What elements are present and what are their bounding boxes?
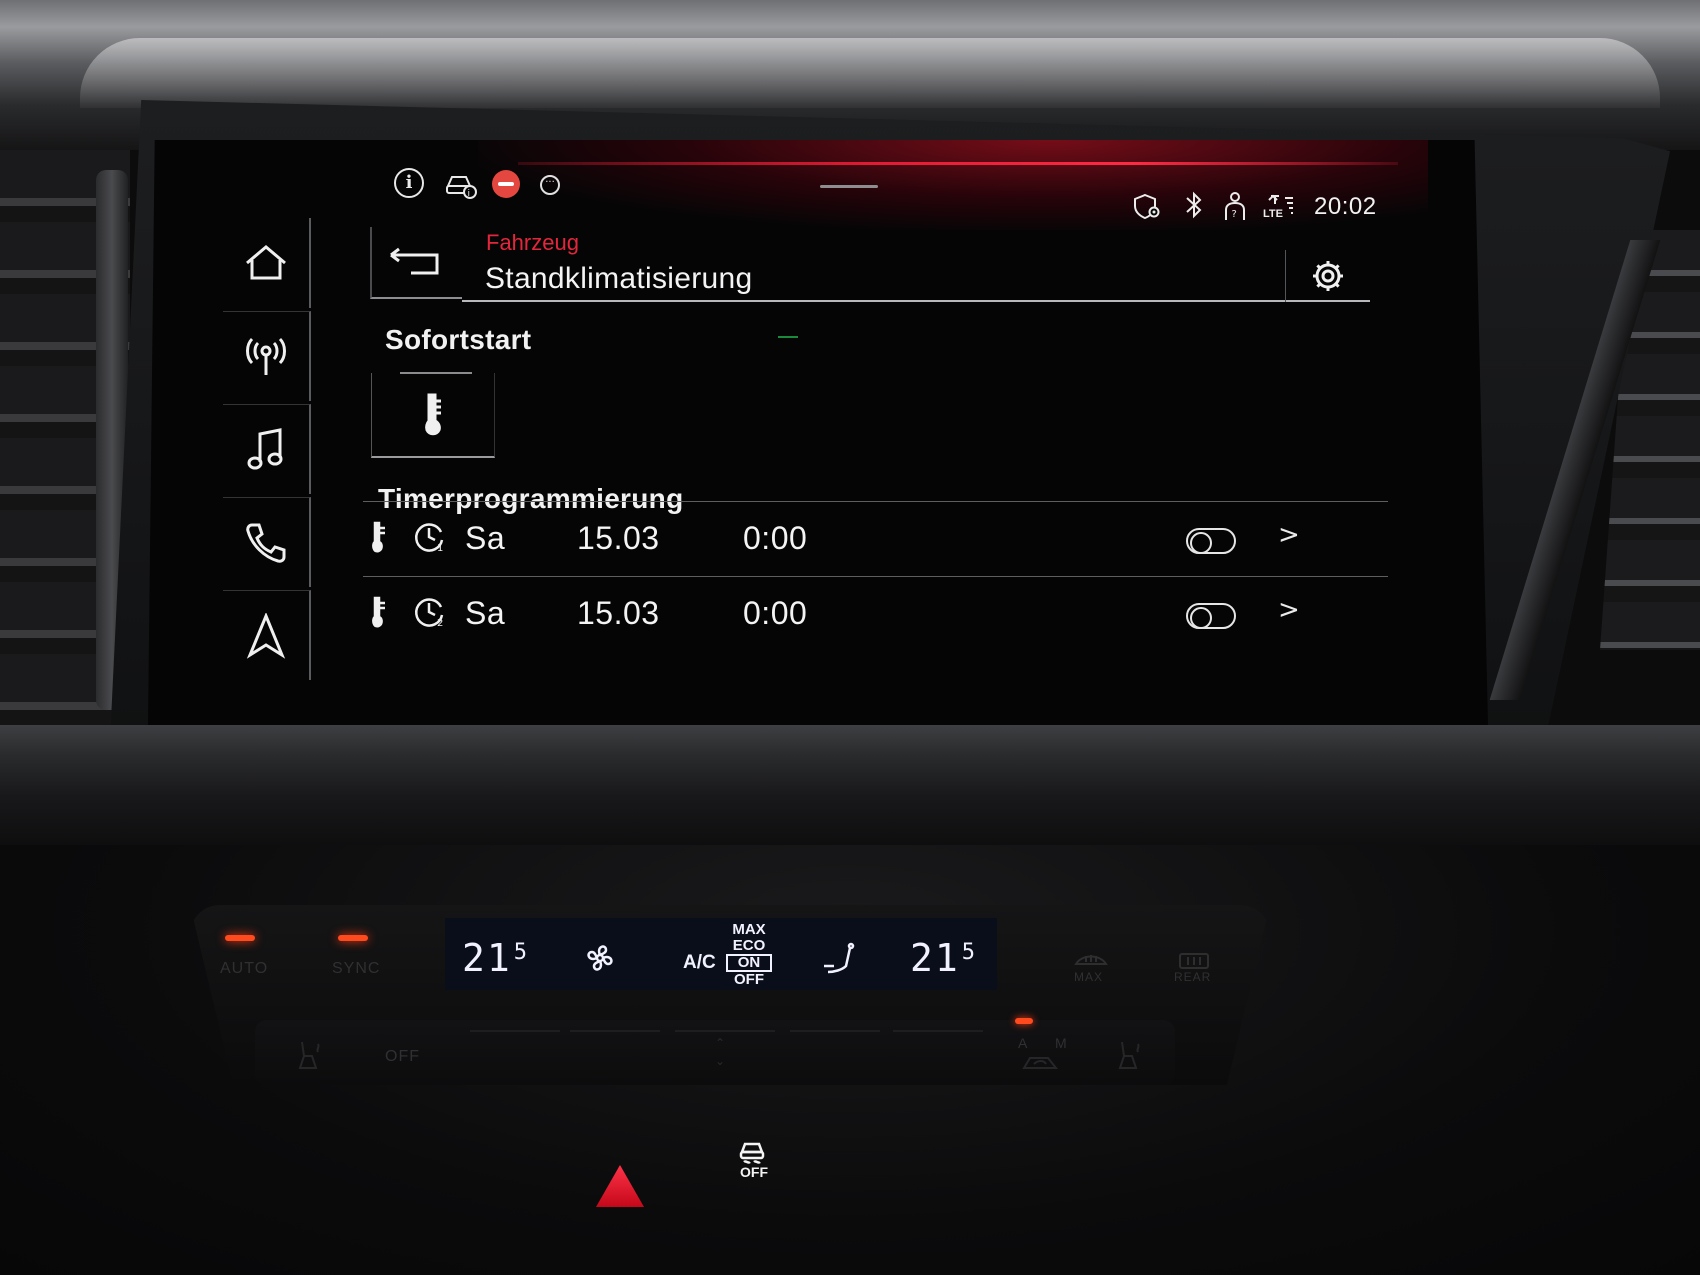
timer-row-1[interactable]: 1 Sa 15.03 0:00 >: [363, 502, 1388, 576]
timer-day: Sa: [465, 595, 506, 631]
privacy-location-icon[interactable]: [1133, 192, 1163, 222]
chevron-right-icon[interactable]: >: [1278, 595, 1300, 625]
climate-button-4[interactable]: [790, 1030, 880, 1075]
vehicle-status-icon[interactable]: i: [444, 170, 478, 200]
esc-off-button[interactable]: OFF: [738, 1140, 768, 1182]
more-options-icon[interactable]: ···: [540, 175, 560, 195]
back-arrow-icon: [390, 247, 439, 275]
rear-defrost-button[interactable]: REAR: [1174, 970, 1211, 984]
recirculation-auto-label: A: [1018, 1035, 1029, 1051]
timer-time: 0:00: [743, 595, 808, 631]
thermometer-icon: [372, 521, 385, 553]
ac-off-label: OFF: [734, 971, 764, 988]
timer-clock-icon: 2: [414, 598, 443, 629]
chevron-right-icon[interactable]: >: [1278, 520, 1300, 550]
timer-row-2[interactable]: 2 Sa 15.03 0:00 >: [363, 577, 1388, 651]
fan-icon[interactable]: [582, 940, 618, 976]
timer-date: 15.03: [577, 520, 660, 556]
title-divider: [462, 300, 1370, 302]
dashboard-highlight: [80, 38, 1660, 108]
max-defrost-button[interactable]: MAX: [1074, 970, 1103, 984]
nav-item-media[interactable]: [223, 404, 311, 494]
immediate-start-button[interactable]: [371, 373, 495, 458]
nav-item-radio[interactable]: [223, 311, 311, 401]
home-icon: [246, 245, 286, 280]
svg-text:i: i: [468, 189, 471, 199]
page-title: Standklimatisierung: [485, 262, 753, 295]
windshield-defrost-icon[interactable]: [1074, 950, 1108, 972]
nav-item-navigation[interactable]: [223, 590, 311, 680]
navigation-arrow-icon: [246, 612, 286, 659]
ac-max-label: MAX: [732, 921, 766, 938]
thermometer-icon: [425, 393, 441, 435]
pull-down-handle[interactable]: [820, 185, 878, 188]
auto-button[interactable]: AUTO: [220, 960, 268, 978]
timer-number: 2: [437, 618, 443, 629]
right-temperature[interactable]: 215: [910, 936, 977, 980]
timer-toggle[interactable]: [1186, 603, 1236, 629]
antenna-icon: [246, 337, 286, 375]
ac-eco-label: ECO: [732, 937, 766, 954]
recirculation-manual-label: M: [1055, 1035, 1068, 1051]
thermometer-icon: [372, 596, 385, 628]
ac-on-label: ON: [726, 954, 772, 972]
climate-off-button[interactable]: OFF: [385, 1048, 420, 1066]
recirculation-indicator-led: [1015, 1018, 1033, 1024]
bluetooth-icon[interactable]: [1183, 190, 1205, 220]
recirculation-car-icon[interactable]: [1020, 1052, 1060, 1074]
climate-button-5[interactable]: [893, 1030, 983, 1075]
nav-item-home[interactable]: [223, 218, 311, 308]
esc-car-icon: [739, 1142, 765, 1164]
no-entry-icon[interactable]: [492, 170, 520, 198]
timer-day: Sa: [465, 520, 506, 556]
status-bar-accent-line: [518, 162, 1398, 165]
esc-off-label: OFF: [740, 1164, 768, 1180]
gear-icon: [1313, 261, 1343, 291]
main-navigation-rail: [223, 218, 311, 688]
airflow-seat-icon[interactable]: [820, 942, 860, 978]
left-temperature-decimal: 5: [513, 940, 530, 965]
settings-button[interactable]: [1285, 250, 1370, 302]
seat-heating-left-icon[interactable]: [292, 1038, 326, 1072]
auto-indicator-led: [225, 935, 255, 941]
ac-label[interactable]: A/C: [683, 952, 716, 974]
chevron-down-icon: ⌄: [715, 1054, 726, 1068]
section-title-immediate-start: Sofortstart: [385, 324, 532, 355]
music-note-icon: [247, 427, 283, 469]
chevron-up-icon: ⌃: [715, 1036, 726, 1050]
breadcrumb[interactable]: Fahrzeug: [486, 230, 579, 256]
ac-mode-stack[interactable]: MAX ECO ON OFF: [726, 922, 772, 988]
phone-icon: [246, 523, 286, 563]
left-temperature-integer: 21: [462, 936, 512, 980]
timer-toggle[interactable]: [1186, 528, 1236, 554]
clock: 20:02: [1314, 193, 1377, 220]
climate-button-2[interactable]: [570, 1030, 660, 1075]
back-button[interactable]: [370, 227, 462, 299]
climate-button-1[interactable]: [470, 1030, 560, 1075]
seat-heating-right-icon[interactable]: [1112, 1038, 1146, 1072]
sync-indicator-led: [338, 935, 368, 941]
timer-number: 1: [437, 543, 443, 554]
timer-time: 0:00: [743, 520, 808, 556]
info-icon[interactable]: i: [394, 168, 424, 198]
lte-label: LTE: [1263, 208, 1283, 220]
lte-signal-icon[interactable]: LTE: [1263, 192, 1295, 222]
right-temperature-decimal: 5: [961, 940, 978, 965]
dashboard-ledge: [0, 725, 1700, 845]
user-profile-icon[interactable]: ?: [1221, 190, 1249, 222]
rear-defrost-icon[interactable]: [1178, 952, 1210, 972]
svg-text:?: ?: [1232, 209, 1237, 220]
sync-button[interactable]: SYNC: [332, 960, 380, 978]
nav-item-phone[interactable]: [223, 497, 311, 587]
climate-button-3[interactable]: ⌃ ⌄: [675, 1030, 775, 1075]
focus-indicator: [778, 336, 798, 338]
infotainment-screen: i i ··· ? LTE 20:02 Fahrzeug Standklimat…: [148, 140, 1488, 725]
timer-clock-icon: 1: [414, 523, 443, 554]
right-temperature-integer: 21: [910, 936, 960, 980]
timer-date: 15.03: [577, 595, 660, 631]
left-temperature[interactable]: 215: [462, 936, 529, 980]
